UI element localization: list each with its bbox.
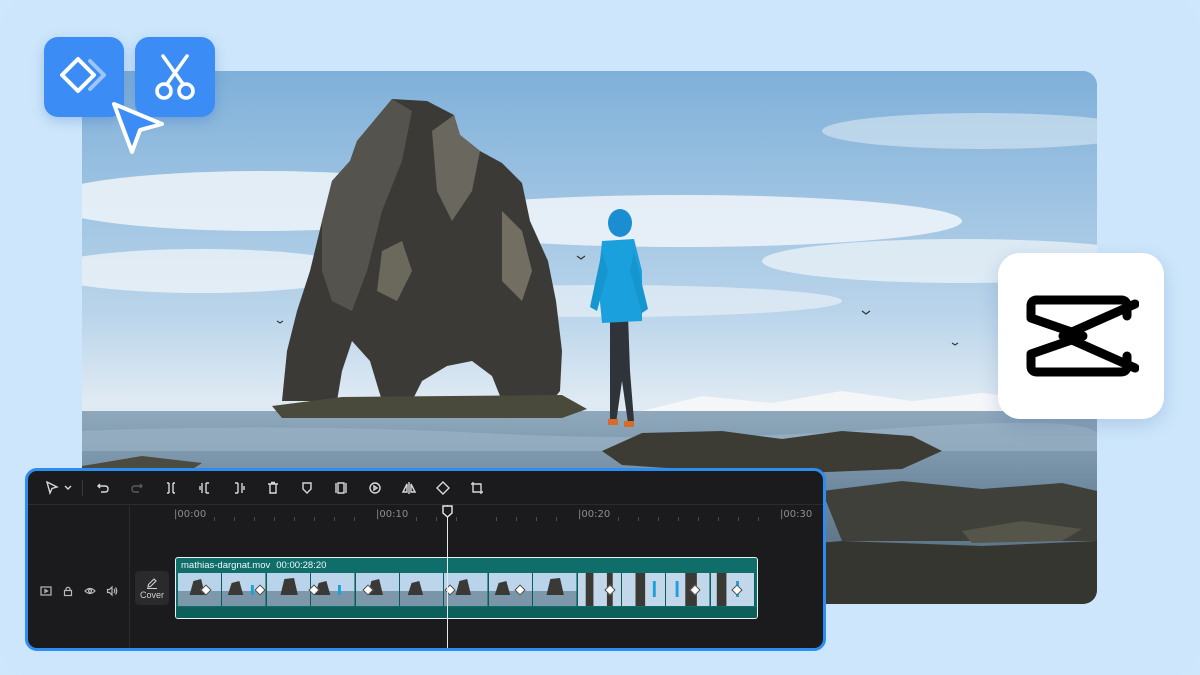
ruler-tick [274, 517, 275, 521]
freeze-icon [334, 481, 348, 495]
rotate-icon [436, 481, 450, 495]
timeline-toolbar [28, 471, 823, 505]
track-audio-toggle[interactable] [104, 583, 120, 599]
lock-icon [62, 585, 74, 597]
pencil-icon [146, 577, 158, 589]
scissors-icon [151, 52, 199, 102]
marker-icon [300, 481, 314, 495]
cursor-pointer-icon [108, 98, 168, 160]
ruler-label: |00:30 [780, 509, 812, 520]
redo-button[interactable] [123, 475, 151, 501]
redo-icon [130, 481, 144, 495]
ruler-tick [638, 517, 639, 521]
split-right-icon [232, 481, 246, 495]
ruler-tick [334, 517, 335, 521]
playhead-line[interactable] [447, 505, 448, 651]
split-icon [164, 481, 178, 495]
freeze-frame-button[interactable] [327, 475, 355, 501]
ruler-tick [516, 517, 517, 521]
ruler-tick [214, 517, 215, 521]
ruler-label: |00:00 [174, 509, 206, 520]
ruler-tick [678, 517, 679, 521]
clip-thumbnail [622, 573, 666, 606]
track-visibility-toggle[interactable] [82, 583, 98, 599]
ruler-tick [738, 517, 739, 521]
mirror-icon [402, 481, 416, 495]
ruler-tick [698, 517, 699, 521]
clip-thumbnail [267, 573, 311, 606]
crop-button[interactable] [463, 475, 491, 501]
ruler-tick [496, 517, 497, 521]
clip-header: mathias-dargnat.mov 00:00:28:20 [176, 558, 326, 572]
marker-button[interactable] [293, 475, 321, 501]
crop-icon [470, 481, 484, 495]
cover-button[interactable]: Cover [135, 571, 169, 605]
audio-icon [106, 585, 118, 597]
rotate-button[interactable] [429, 475, 457, 501]
ruler-label: |00:20 [578, 509, 610, 520]
delete-icon [266, 481, 280, 495]
clip-thumbnail [489, 573, 533, 606]
undo-icon [96, 481, 110, 495]
clip-duration: 00:00:28:20 [276, 560, 326, 571]
ruler-tick [234, 517, 235, 521]
ruler-tick [254, 517, 255, 521]
track-header-column [28, 505, 130, 651]
eye-icon [84, 585, 96, 597]
ruler-tick [718, 517, 719, 521]
ruler-tick [536, 517, 537, 521]
clip-thumbnail [400, 573, 444, 606]
reverse-icon [368, 481, 382, 495]
clip-audio-strip [176, 607, 757, 618]
ruler-tick [294, 517, 295, 521]
ruler-tick [456, 517, 457, 521]
clip-thumbnail [533, 573, 577, 606]
split-button[interactable] [157, 475, 185, 501]
playhead-handle[interactable] [442, 505, 453, 518]
ruler-tick [314, 517, 315, 521]
split-right-button[interactable] [225, 475, 253, 501]
ruler-tick [658, 517, 659, 521]
clip-filename: mathias-dargnat.mov [181, 560, 270, 571]
split-left-button[interactable] [191, 475, 219, 501]
ruler-tick [354, 517, 355, 521]
cover-label: Cover [140, 590, 164, 600]
ruler-tick [618, 517, 619, 521]
track-video-icon [40, 585, 52, 597]
timeline-ruler: |00:00 |00:10 |00:20 |00:30 [130, 505, 823, 525]
capcut-logo-icon [1023, 290, 1139, 382]
ruler-tick [758, 517, 759, 521]
ruler-tick [556, 517, 557, 521]
track-video-toggle[interactable] [38, 583, 54, 599]
ruler-tick [436, 517, 437, 521]
track-lock-toggle[interactable] [60, 583, 76, 599]
undo-button[interactable] [89, 475, 117, 501]
ruler-label: |00:10 [376, 509, 408, 520]
keyframe-diamond-icon [60, 55, 108, 99]
chevron-down-icon [64, 485, 72, 491]
mirror-button[interactable] [395, 475, 423, 501]
timeline-editor-panel: |00:00 |00:10 |00:20 |00:30 [25, 468, 826, 651]
toolbar-divider [82, 480, 83, 496]
video-clip[interactable]: mathias-dargnat.mov 00:00:28:20 [175, 557, 758, 619]
reverse-button[interactable] [361, 475, 389, 501]
split-left-icon [198, 481, 212, 495]
select-pointer-icon [45, 481, 59, 495]
select-dropdown-button[interactable] [62, 475, 74, 501]
track-controls [38, 583, 120, 599]
capcut-logo-tile [998, 253, 1164, 419]
ruler-tick [416, 517, 417, 521]
delete-button[interactable] [259, 475, 287, 501]
